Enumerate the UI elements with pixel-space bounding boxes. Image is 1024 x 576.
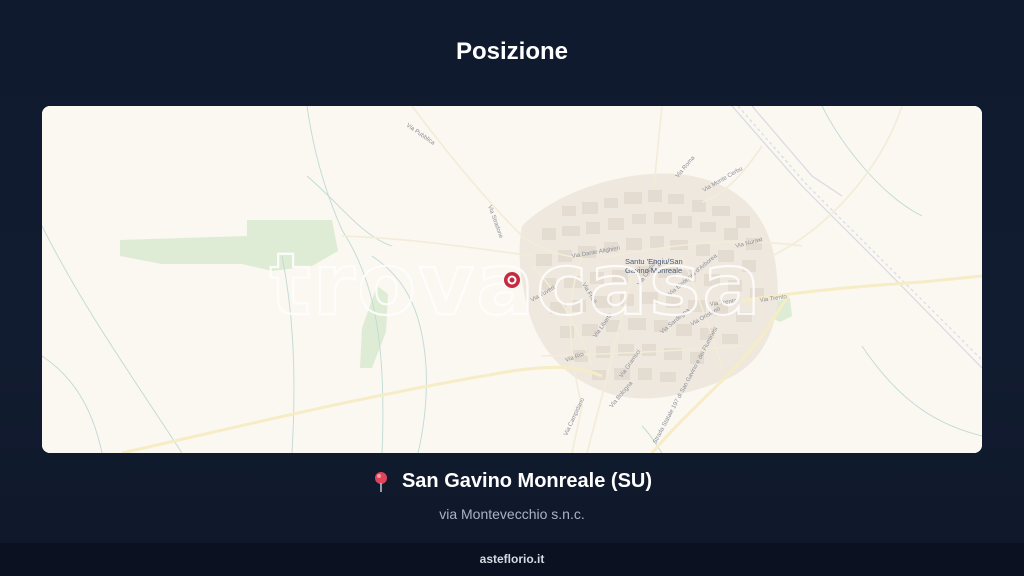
location-title: San Gavino Monreale (SU) <box>372 470 652 493</box>
map-view[interactable]: Via Pubblica Via Stradone Via Dante Alig… <box>42 106 982 453</box>
location-address: via Montevecchio s.n.c. <box>439 505 585 522</box>
location-info: San Gavino Monreale (SU) via Montevecchi… <box>0 470 1024 522</box>
footer-site[interactable]: asteflorio.it <box>480 552 545 566</box>
footer: asteflorio.it <box>0 543 1024 576</box>
location-marker-icon[interactable] <box>504 272 520 288</box>
location-name: San Gavino Monreale (SU) <box>401 470 653 492</box>
map-canvas[interactable]: Via Pubblica Via Stradone Via Dante Alig… <box>42 106 982 453</box>
page-title: Posizione <box>455 38 569 65</box>
pushpin-icon <box>374 471 387 492</box>
